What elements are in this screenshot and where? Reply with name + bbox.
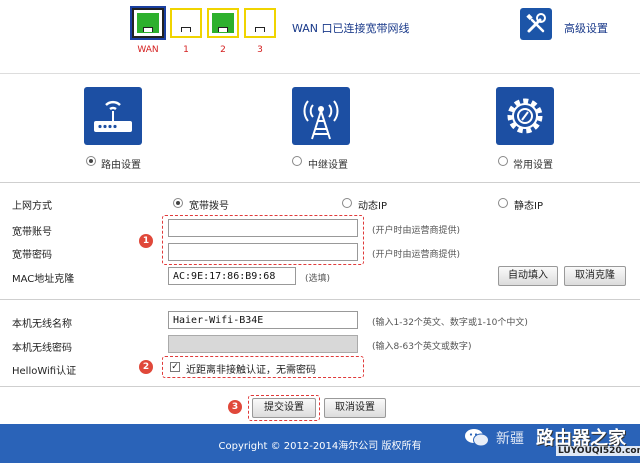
submit-button[interactable]: 提交设置 [252,398,316,418]
lan-port-1-icon [170,8,202,38]
pppoe-label: 宽带拨号 [189,201,229,212]
port-label-wan: WAN [137,45,159,55]
password-label: 宽带密码 [12,250,52,261]
ssid-hint: (输入1-32个英文、数字或1-10个中文) [372,318,528,328]
port-label-1: 1 [183,45,189,55]
watermark-url: LUYOUQI520.com [556,446,640,456]
static-ip-label: 静态IP [514,201,543,212]
hellowifi-text: 近距离非接触认证，无需密码 [186,365,316,376]
router-mode-radio[interactable] [86,156,96,166]
lan-port-3-icon [244,8,276,38]
common-settings-tile[interactable] [496,87,554,145]
ssid-label: 本机无线名称 [12,319,72,330]
repeater-mode-label: 中继设置 [308,160,348,171]
port-label-2: 2 [220,45,226,55]
static-ip-radio[interactable] [498,198,508,208]
wifi-password-hint: (输入8-63个英文或数字) [372,342,472,352]
divider [0,386,640,387]
divider [0,182,640,183]
wifi-password-input[interactable] [168,335,358,353]
wrench-screwdriver-icon[interactable] [520,8,552,40]
router-icon [94,100,132,132]
ssid-input[interactable] [168,311,358,329]
cancel-button[interactable]: 取消设置 [324,398,386,418]
autofill-button[interactable]: 自动填入 [498,266,558,286]
dhcp-label: 动态IP [358,201,387,212]
cancel-clone-button[interactable]: 取消克隆 [564,266,626,286]
step2-badge: 2 [139,360,153,374]
watermark-prefix: 新疆 [496,431,524,447]
account-input[interactable] [168,219,358,237]
hellowifi-checkbox[interactable]: ✓ [170,362,180,372]
step1-badge: 1 [139,234,153,248]
divider [0,299,640,300]
mac-address-input[interactable] [168,267,296,285]
mac-clone-label: MAC地址克隆 [12,274,75,285]
wan-port-icon [132,8,164,38]
account-hint: (开户时由运营商提供) [372,226,461,236]
dhcp-radio[interactable] [342,198,352,208]
wan-status-text: WAN 口已连接宽带网线 [292,22,410,35]
gear-icon [507,98,543,134]
wechat-icon [464,427,490,449]
password-input[interactable] [168,243,358,261]
port-label-3: 3 [257,45,263,55]
password-hint: (开户时由运营商提供) [372,250,461,260]
connection-type-label: 上网方式 [12,201,52,212]
common-settings-radio[interactable] [498,156,508,166]
tower-icon [303,100,339,140]
repeater-mode-tile[interactable] [292,87,350,145]
hellowifi-label: HelloWifi认证 [12,366,77,377]
advanced-settings-link[interactable]: 高级设置 [564,20,608,36]
common-settings-label: 常用设置 [513,160,553,171]
pppoe-radio[interactable] [173,198,183,208]
mac-hint: (选填) [305,274,331,284]
repeater-mode-radio[interactable] [292,156,302,166]
step3-badge: 3 [228,400,242,414]
lan-port-2-icon [207,8,239,38]
wifi-password-label: 本机无线密码 [12,343,72,354]
account-label: 宽带账号 [12,227,52,238]
router-mode-label: 路由设置 [101,160,141,171]
router-mode-tile[interactable] [84,87,142,145]
